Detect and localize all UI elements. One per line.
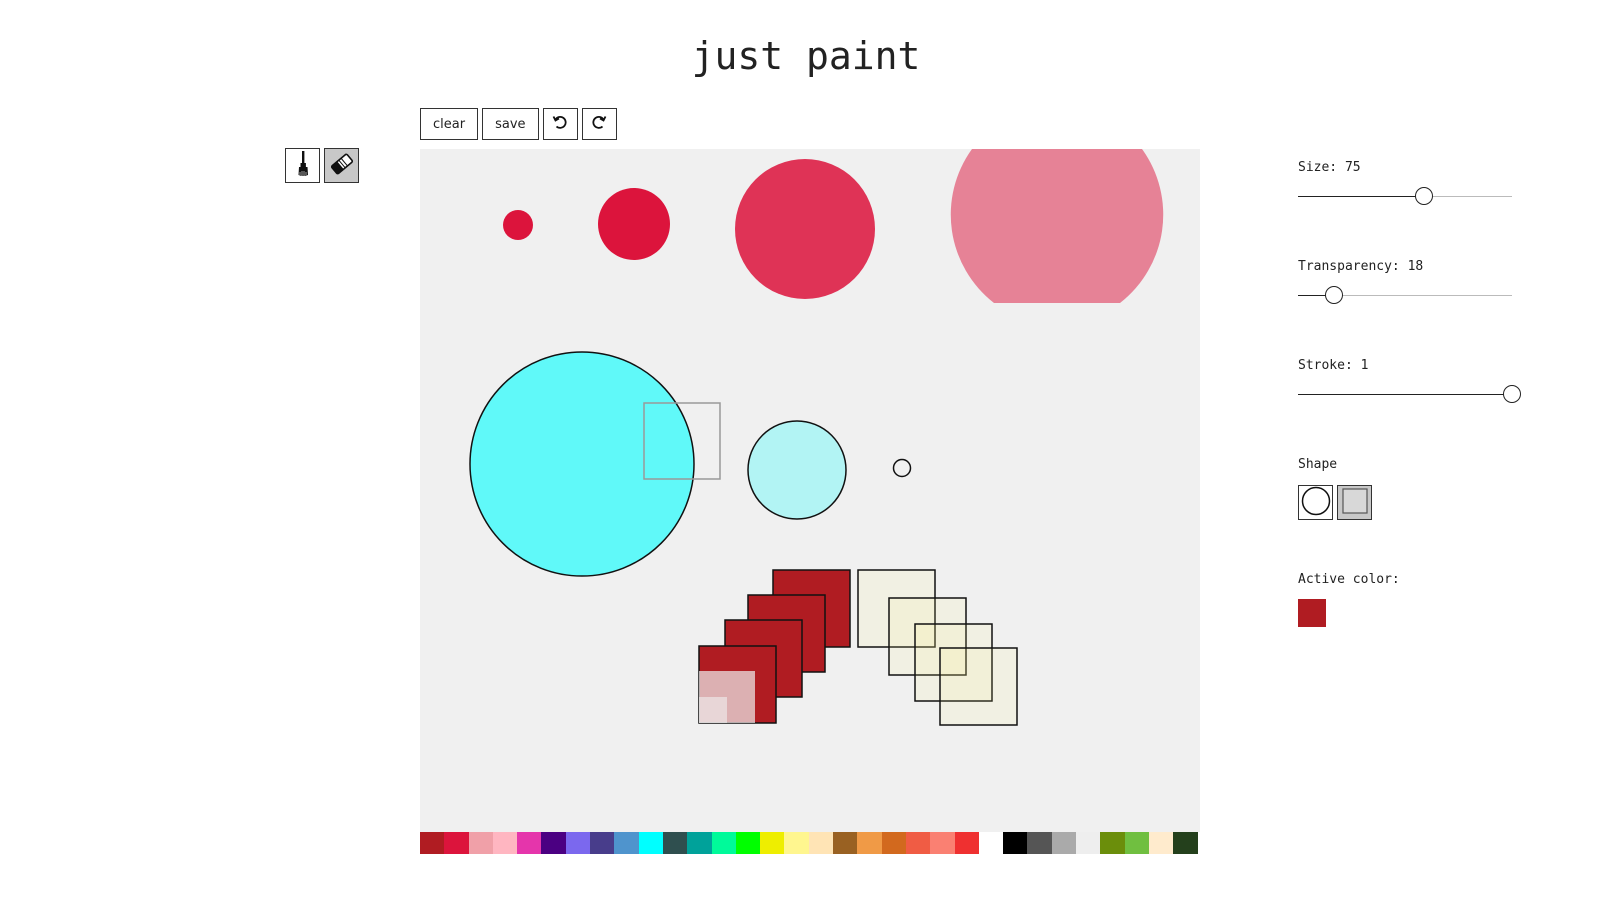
palette-swatch[interactable]: [1027, 832, 1052, 854]
redo-icon: [590, 113, 608, 135]
palette-swatch[interactable]: [1076, 832, 1101, 854]
palette-swatch[interactable]: [541, 832, 566, 854]
stroke-square: [939, 647, 1018, 726]
transparency-label: Transparency: 18: [1298, 259, 1424, 274]
palette-swatch[interactable]: [468, 832, 493, 854]
active-color-swatch: [1298, 599, 1326, 627]
stroke-circle: [469, 351, 695, 577]
drawing-canvas[interactable]: [420, 149, 1200, 832]
palette-swatch[interactable]: [1173, 832, 1198, 854]
palette-swatch[interactable]: [784, 832, 809, 854]
palette-swatch[interactable]: [492, 832, 518, 854]
toolbar: clear save: [420, 108, 617, 140]
transparency-control: Transparency: 18: [1298, 259, 1528, 308]
palette-swatch[interactable]: [1051, 832, 1077, 854]
paintbrush-icon: [292, 150, 314, 182]
palette-swatch[interactable]: [735, 832, 761, 854]
palette-swatch[interactable]: [930, 832, 955, 854]
palette-swatch[interactable]: [978, 832, 1004, 854]
palette-swatch[interactable]: [857, 832, 882, 854]
palette-swatch[interactable]: [833, 832, 858, 854]
undo-icon: [551, 113, 569, 135]
palette-swatch[interactable]: [1124, 832, 1149, 854]
palette-swatch[interactable]: [760, 832, 785, 854]
stroke-circle: [950, 149, 1164, 303]
square-icon: [1341, 487, 1369, 519]
palette-swatch[interactable]: [565, 832, 591, 854]
palette-swatch[interactable]: [444, 832, 469, 854]
save-button[interactable]: save: [482, 108, 539, 140]
canvas-drawing: [469, 149, 1164, 726]
eraser-mark: [699, 697, 727, 723]
palette-swatch[interactable]: [662, 832, 688, 854]
palette-swatch[interactable]: [954, 832, 979, 854]
square-shape-button[interactable]: [1337, 485, 1372, 520]
tool-selector: [285, 148, 359, 183]
undo-button[interactable]: [542, 108, 578, 140]
active-color-control: Active color:: [1298, 572, 1528, 627]
palette-swatch[interactable]: [1100, 832, 1125, 854]
slider-knob[interactable]: [1325, 286, 1344, 304]
palette-swatch[interactable]: [687, 832, 712, 854]
color-palette: [420, 832, 1198, 854]
settings-panel: Size: 75 Transparency: 18 Stroke: 1 Shap…: [1298, 160, 1528, 627]
stroke-circle: [598, 188, 670, 260]
stroke-circle: [503, 210, 533, 240]
palette-swatch[interactable]: [711, 832, 736, 854]
slider-fill: [1298, 394, 1512, 395]
eraser-tool-button[interactable]: [324, 148, 359, 183]
palette-swatch[interactable]: [1003, 832, 1028, 854]
slider-knob[interactable]: [1415, 187, 1434, 205]
redo-button[interactable]: [581, 108, 617, 140]
palette-swatch[interactable]: [881, 832, 906, 854]
stroke-label: Stroke: 1: [1298, 358, 1369, 373]
circle-icon: [1301, 486, 1331, 520]
palette-swatch[interactable]: [614, 832, 639, 854]
shape-label: Shape: [1298, 457, 1338, 472]
stroke-circle: [892, 458, 912, 478]
size-label: Size: 75: [1298, 160, 1361, 175]
brush-tool-button[interactable]: [285, 148, 320, 183]
eraser-icon: [329, 152, 355, 180]
palette-swatch[interactable]: [517, 832, 542, 854]
stroke-circle: [735, 159, 875, 299]
stroke-circle: [747, 420, 847, 520]
active-color-label: Active color:: [1298, 572, 1400, 587]
stroke-control: Stroke: 1: [1298, 358, 1528, 407]
palette-swatch[interactable]: [905, 832, 931, 854]
stroke-slider[interactable]: [1298, 383, 1521, 407]
transparency-slider[interactable]: [1298, 284, 1512, 308]
palette-swatch[interactable]: [590, 832, 615, 854]
size-control: Size: 75: [1298, 160, 1528, 209]
size-slider[interactable]: [1298, 185, 1512, 209]
palette-swatch[interactable]: [808, 832, 834, 854]
palette-swatch[interactable]: [420, 832, 445, 854]
clear-button[interactable]: clear: [420, 108, 479, 140]
shape-control: Shape: [1298, 457, 1528, 520]
app-title: just paint: [691, 34, 921, 78]
circle-shape-button[interactable]: [1298, 485, 1333, 520]
palette-swatch[interactable]: [1148, 832, 1174, 854]
slider-knob[interactable]: [1503, 385, 1521, 403]
palette-swatch[interactable]: [638, 832, 663, 854]
slider-fill: [1298, 196, 1425, 197]
